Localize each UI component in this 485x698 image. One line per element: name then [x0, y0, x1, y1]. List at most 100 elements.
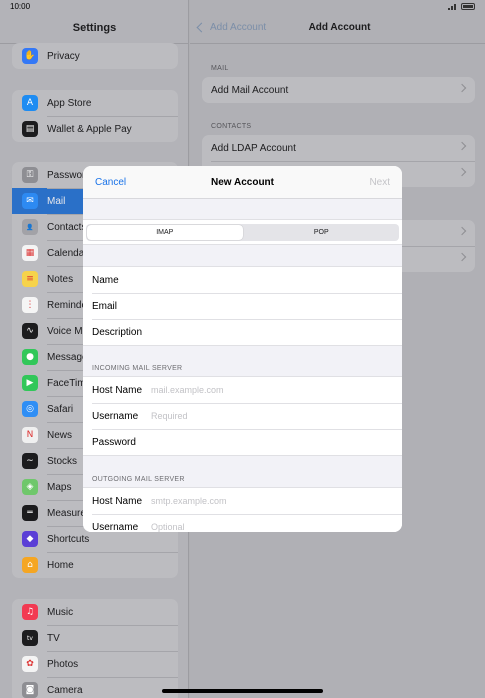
outgoing-host-input[interactable]: smtp.example.com: [151, 496, 227, 506]
measure-icon: ═: [22, 505, 38, 521]
facetime-icon: ▶: [22, 375, 38, 391]
reminders-icon: ⋮: [22, 297, 38, 313]
sidebar-item-label: App Store: [47, 97, 92, 109]
sidebar-title: Settings: [72, 22, 117, 34]
add-mail-account-label: Add Mail Account: [211, 84, 289, 96]
sidebar-item-label: News: [47, 429, 73, 441]
maps-icon: ◈: [22, 479, 38, 495]
ipad-screen: 10:00 Settings ✋ Privacy A App Store ▤ Walle…: [0, 0, 485, 698]
home-indicator[interactable]: [162, 689, 323, 693]
tv-icon: tv: [22, 630, 38, 646]
incoming-host-input[interactable]: mail.example.com: [151, 385, 224, 395]
outgoing-host-label: Host Name: [92, 495, 143, 507]
sidebar-item-music[interactable]: ♫ Music: [12, 599, 178, 625]
chevron-right-icon: [457, 83, 467, 93]
sidebar-item-label: Calendar: [47, 247, 88, 259]
incoming-password-row[interactable]: Password: [83, 429, 402, 455]
chevron-right-icon: [457, 252, 467, 262]
sidebar-item-label: Shortcuts: [47, 533, 90, 545]
outgoing-section-header: OUTGOING MAIL SERVER: [92, 476, 185, 483]
sidebar-item-label: Mail: [47, 195, 66, 207]
key-icon: ⚿: [22, 167, 38, 183]
chevron-right-icon: [457, 141, 467, 151]
outgoing-host-row[interactable]: Host Name smtp.example.com: [83, 488, 402, 514]
sidebar-item-privacy[interactable]: ✋ Privacy: [12, 43, 178, 69]
sidebar-item-label: TV: [47, 632, 60, 644]
photos-icon: ✿: [22, 656, 38, 672]
outgoing-username-input[interactable]: Optional: [151, 522, 185, 532]
add-ldap-account-label: Add LDAP Account: [211, 142, 296, 154]
incoming-username-input[interactable]: Required: [151, 411, 188, 421]
new-account-modal: Cancel New Account Next IMAP POP Name Em…: [83, 166, 402, 532]
wallet-icon: ▤: [22, 121, 38, 137]
hand-icon: ✋: [22, 48, 38, 64]
sidebar-item-label: Privacy: [47, 50, 80, 62]
modal-nav-bar: Cancel New Account Next: [83, 166, 402, 199]
detail-title: Add Account: [308, 22, 371, 33]
sidebar-item-label: Maps: [47, 481, 72, 493]
sidebar-item-camera[interactable]: ◙ Camera: [12, 677, 178, 698]
news-icon: N: [22, 427, 38, 443]
incoming-password-label: Password: [92, 436, 136, 448]
mail-group: Add Mail Account: [202, 77, 475, 103]
sidebar-item-label: Safari: [47, 403, 74, 415]
status-time: 10:00: [10, 2, 31, 11]
incoming-section-header: INCOMING MAIL SERVER: [92, 365, 183, 372]
outgoing-server-group: Host Name smtp.example.com Username Opti…: [83, 487, 402, 532]
safari-icon: ◎: [22, 401, 38, 417]
sidebar-group-privacy: ✋ Privacy: [12, 43, 178, 69]
sidebar-item-label: Home: [47, 559, 74, 571]
incoming-host-row[interactable]: Host Name mail.example.com: [83, 377, 402, 403]
account-info-group: Name Email Description: [83, 266, 402, 346]
sidebar-item-label: Contacts: [47, 221, 87, 233]
app-store-icon: A: [22, 95, 38, 111]
calendar-icon: ▦: [22, 245, 38, 261]
messages-icon: ●: [22, 349, 38, 365]
sidebar-item-label: Measure: [47, 507, 86, 519]
battery-icon: [461, 3, 475, 10]
incoming-username-label: Username: [92, 410, 139, 422]
outgoing-username-label: Username: [92, 521, 139, 533]
chevron-right-icon: [457, 226, 467, 236]
contacts-icon: 👤: [22, 219, 38, 235]
name-label: Name: [92, 274, 119, 286]
email-field-row[interactable]: Email: [83, 293, 402, 319]
protocol-segment-row: IMAP POP: [83, 219, 402, 245]
sidebar-item-label: Camera: [47, 684, 83, 696]
status-bar: 10:00: [0, 0, 485, 14]
sidebar-item-photos[interactable]: ✿ Photos: [12, 651, 178, 677]
outgoing-username-row[interactable]: Username Optional: [83, 514, 402, 532]
camera-icon: ◙: [22, 682, 38, 698]
sidebar-item-app-store[interactable]: A App Store: [12, 90, 178, 116]
signal-icon: [448, 3, 458, 10]
segment-imap[interactable]: IMAP: [87, 225, 243, 240]
sidebar-group-store: A App Store ▤ Wallet & Apple Pay: [12, 90, 178, 142]
description-field-row[interactable]: Description: [83, 319, 402, 345]
protocol-segmented-control: IMAP POP: [86, 224, 399, 241]
description-label: Description: [92, 326, 143, 338]
mail-icon: ✉: [22, 193, 38, 209]
home-icon: ⌂: [22, 557, 38, 573]
next-button[interactable]: Next: [369, 177, 390, 188]
sidebar-item-wallet-apple-pay[interactable]: ▤ Wallet & Apple Pay: [12, 116, 178, 142]
sidebar-item-label: Notes: [47, 273, 74, 285]
sidebar-item-label: Wallet & Apple Pay: [47, 123, 132, 135]
notes-icon: ≡: [22, 271, 38, 287]
contacts-section-header: CONTACTS: [211, 123, 252, 130]
voice-memos-icon: ∿: [22, 323, 38, 339]
incoming-host-label: Host Name: [92, 384, 143, 396]
add-mail-account-row[interactable]: Add Mail Account: [202, 77, 475, 103]
sidebar-item-label: Music: [47, 606, 74, 618]
sidebar-item-label: Stocks: [47, 455, 78, 467]
name-field-row[interactable]: Name: [83, 267, 402, 293]
modal-title: New Account: [211, 177, 274, 188]
add-ldap-account-row[interactable]: Add LDAP Account: [202, 135, 475, 161]
sidebar-item-tv[interactable]: tv TV: [12, 625, 178, 651]
mail-section-header: MAIL: [211, 65, 229, 72]
incoming-username-row[interactable]: Username Required: [83, 403, 402, 429]
segment-pop[interactable]: POP: [244, 224, 400, 241]
sidebar-item-home[interactable]: ⌂ Home: [12, 552, 178, 578]
sidebar-item-label: Photos: [47, 658, 79, 670]
email-label: Email: [92, 300, 118, 312]
stocks-icon: ∼: [22, 453, 38, 469]
